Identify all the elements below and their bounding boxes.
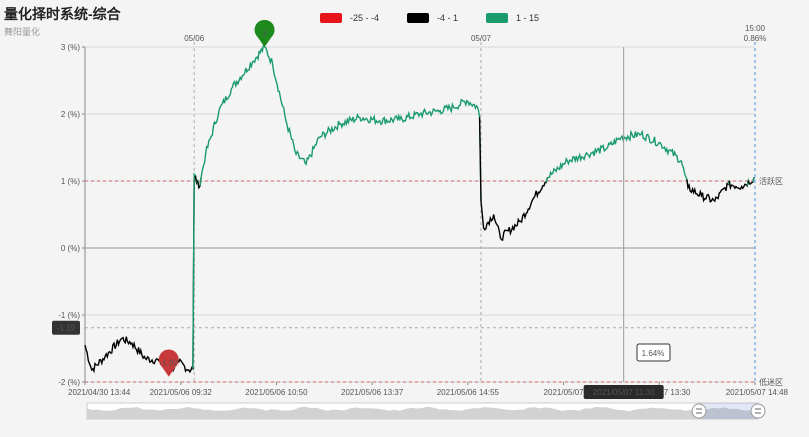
- zoom-slider-preview: [87, 406, 758, 419]
- crosshair-y-label: -1.19: [57, 324, 76, 333]
- y-tick-label: 0 (%): [61, 244, 80, 253]
- y-tick-label: -1 (%): [58, 311, 80, 320]
- series-line: [192, 172, 198, 369]
- x-tick-label: 2021/04/30 13:44: [68, 388, 131, 397]
- zoom-slider-handle[interactable]: [691, 403, 707, 419]
- x-tick-label: 2021/05/07: [544, 388, 585, 397]
- zoom-slider-window: [699, 403, 758, 419]
- y-tick-label: 1 (%): [61, 177, 80, 186]
- threshold-label: 低迷区: [759, 377, 783, 387]
- extreme-marker-label: -1.92: [160, 359, 179, 368]
- series-line: [686, 179, 730, 203]
- x-tick-label: 2021/05/06 14:55: [437, 388, 500, 397]
- x-tick-label: 2021/05/06 09:32: [150, 388, 213, 397]
- series-line: [728, 180, 749, 191]
- day-label: 05/06: [184, 34, 205, 43]
- current-time-label: 15:00: [745, 24, 766, 33]
- day-label: 05/07: [471, 34, 492, 43]
- crosshair-x-label: 2021/05/07 11:30: [593, 388, 655, 397]
- y-tick-label: -2 (%): [58, 378, 80, 387]
- x-tick-label: 2021/05/06 13:37: [341, 388, 404, 397]
- y-tick-label: 2 (%): [61, 110, 80, 119]
- x-tick-label: 2021/05/06 10:50: [245, 388, 308, 397]
- zoom-slider-handle[interactable]: [750, 403, 766, 419]
- line-chart[interactable]: 3 (%) 2 (%) 1 (%) 0 (%) -1 (%) -2 (%) 05/06 05/…: [0, 0, 809, 437]
- series-line: [199, 42, 482, 202]
- current-value-label: 0.86%: [744, 34, 767, 43]
- threshold-label: 活跃区: [759, 176, 783, 186]
- series-line: [478, 117, 548, 242]
- series-line: [84, 174, 195, 374]
- x-tick-label: 2021/05/07 14:48: [726, 388, 789, 397]
- extreme-marker-label: 3: [262, 29, 267, 38]
- value-box-label: 1.64%: [642, 349, 665, 358]
- y-tick-label: 3 (%): [61, 43, 80, 52]
- series-line: [545, 129, 689, 188]
